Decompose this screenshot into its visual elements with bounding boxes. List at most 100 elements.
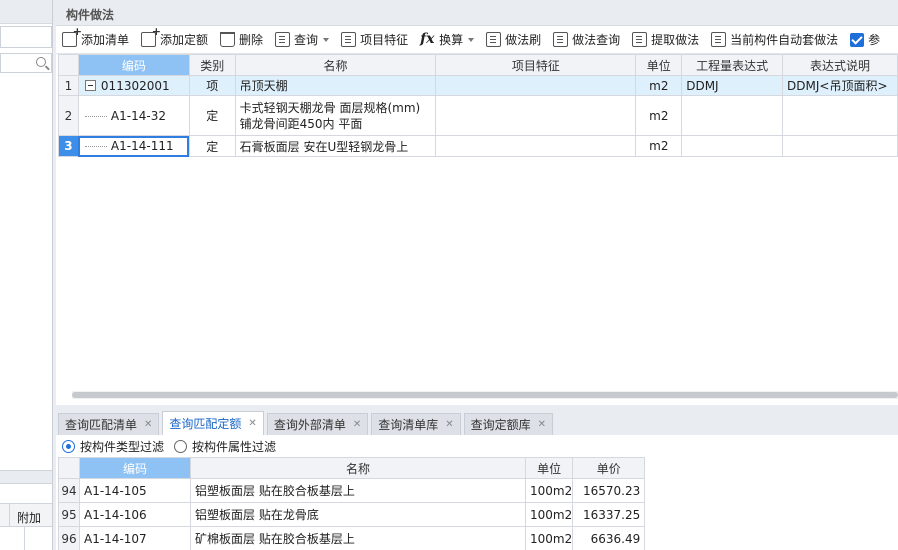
item-feature-button[interactable]: 项目特征 <box>341 29 408 51</box>
name-cell[interactable]: 铝塑板面层 贴在胶合板基层上 <box>190 478 526 503</box>
tree-connector <box>84 146 107 147</box>
code-cell[interactable]: 011302001 <box>77 75 190 96</box>
tab-label: 查询匹配清单 <box>65 418 138 432</box>
column-header-name[interactable]: 名称 <box>190 457 526 479</box>
delete-button[interactable]: 删除 <box>220 29 263 51</box>
close-icon[interactable]: ✕ <box>248 418 256 429</box>
price-cell[interactable]: 6636.49 <box>572 526 646 550</box>
expression-desc-cell[interactable] <box>782 95 898 136</box>
tab-2[interactable]: 查询匹配定额 ✕ <box>162 411 264 435</box>
brush-icon <box>486 32 502 47</box>
column-header-name[interactable]: 名称 <box>234 54 437 76</box>
column-header-unit[interactable]: 单位 <box>635 54 683 76</box>
expression-cell[interactable]: DDMJ <box>681 75 784 96</box>
column-header-feature[interactable]: 项目特征 <box>435 54 637 76</box>
close-icon[interactable]: ✕ <box>538 419 546 430</box>
option-checkbox[interactable]: 参 <box>850 29 880 51</box>
table-row[interactable]: 94 A1-14-105 铝塑板面层 贴在胶合板基层上 100m2 16570.… <box>58 478 646 503</box>
code-cell[interactable]: A1-14-107 <box>79 526 191 550</box>
column-header-expression-desc[interactable]: 表达式说明 <box>782 54 898 76</box>
left-search-input[interactable] <box>0 53 52 73</box>
table-row[interactable]: 3 A1-14-111 定 石膏板面层 安在U型轻钢龙骨上 m2 <box>58 135 898 157</box>
query-icon <box>275 32 291 47</box>
feature-icon <box>341 32 357 47</box>
tab-3[interactable]: 查询外部清单 ✕ <box>266 413 369 435</box>
convert-button[interactable]: fx 换算 <box>420 29 475 51</box>
tab-5[interactable]: 查询定额库 ✕ <box>463 413 554 435</box>
unit-cell[interactable]: m2 <box>635 75 683 96</box>
code-cell[interactable]: A1-14-32 <box>77 95 190 136</box>
tab-4[interactable]: 查询清单库 ✕ <box>371 413 461 435</box>
auto-apply-button[interactable]: 当前构件自动套做法 <box>711 29 838 51</box>
left-column-extra: 附加 <box>17 511 42 525</box>
quota-result-grid: 编码 名称 单位 单价 94 A1-14-105 铝塑板面层 贴在胶合板基层上 … <box>58 457 646 550</box>
chevron-down-icon[interactable] <box>468 37 475 42</box>
tab-label: 查询定额库 <box>470 418 531 432</box>
add-quota-button[interactable]: 添加定额 <box>141 25 208 51</box>
column-header-type[interactable]: 类别 <box>188 54 236 76</box>
method-toolbar: 添加清单 添加定额 删除 查询 项目特征 fx 换算 做法刷 做法查询 提取做法 当前构件自动套做法… <box>56 25 898 54</box>
close-icon[interactable]: ✕ <box>353 419 361 430</box>
price-cell[interactable]: 16570.23 <box>572 478 646 503</box>
code-cell[interactable]: A1-14-105 <box>79 478 191 503</box>
tab-1[interactable]: 查询匹配清单 ✕ <box>58 413 160 435</box>
close-icon[interactable]: ✕ <box>445 419 453 430</box>
close-icon[interactable]: ✕ <box>144 419 152 430</box>
toolbar-label: 添加清单 <box>81 33 130 47</box>
trash-icon <box>220 32 236 47</box>
scrollbar-thumb[interactable] <box>72 392 898 398</box>
column-header-unit[interactable]: 单位 <box>524 457 574 479</box>
toolbar-label: 提取做法 <box>651 33 700 47</box>
add-list-button[interactable]: 添加清单 <box>62 25 130 51</box>
checkbox-checked-icon[interactable] <box>850 32 865 47</box>
name-cell[interactable]: 铝塑板面层 贴在龙骨底 <box>190 502 526 527</box>
expression-cell[interactable] <box>681 95 784 136</box>
left-panel-header <box>0 0 52 24</box>
unit-cell[interactable]: m2 <box>635 95 683 136</box>
filter-by-type-radio[interactable]: 按构件类型过滤 <box>62 438 164 455</box>
expression-desc-cell[interactable]: DDMJ<吊顶面积> <box>782 75 898 96</box>
name-cell[interactable]: 卡式轻钢天棚龙骨 面层规格(mm) 铺龙骨间距450内 平面 <box>234 95 437 136</box>
feature-cell[interactable] <box>435 95 637 136</box>
unit-cell[interactable]: 100m2 <box>524 478 574 503</box>
table-row[interactable]: 1 011302001 项 吊顶天棚 m2 DDMJ DDMJ<吊顶面积> <box>58 75 898 96</box>
left-name-field[interactable] <box>0 26 52 48</box>
table-row[interactable]: 95 A1-14-106 铝塑板面层 贴在龙骨底 100m2 16337.25 <box>58 502 646 527</box>
column-header-code[interactable]: 编码 <box>79 457 191 479</box>
feature-cell[interactable] <box>435 135 637 157</box>
name-cell[interactable]: 矿棉板面层 贴在胶合板基层上 <box>190 526 526 550</box>
collapse-icon[interactable] <box>84 79 96 91</box>
table-row[interactable]: 2 A1-14-32 定 卡式轻钢天棚龙骨 面层规格(mm) 铺龙骨间距450内… <box>58 95 898 136</box>
code-cell[interactable]: A1-14-111 <box>77 135 190 157</box>
extract-method-button[interactable]: 提取做法 <box>632 29 699 51</box>
expression-desc-cell[interactable] <box>782 135 898 157</box>
method-brush-button[interactable]: 做法刷 <box>486 29 541 51</box>
code-cell[interactable]: A1-14-106 <box>79 502 191 527</box>
left-property-row[interactable] <box>0 527 52 550</box>
chevron-down-icon[interactable] <box>323 37 330 42</box>
column-header-expression[interactable]: 工程量表达式 <box>681 54 784 76</box>
name-cell[interactable]: 吊顶天棚 <box>234 75 437 96</box>
radio-unchecked-icon[interactable] <box>174 439 188 453</box>
price-cell[interactable]: 16337.25 <box>572 502 646 527</box>
horizontal-scrollbar[interactable] <box>72 391 898 399</box>
query-button[interactable]: 查询 <box>275 29 330 51</box>
type-cell[interactable]: 定 <box>188 95 236 136</box>
search-icon[interactable] <box>36 57 46 67</box>
feature-cell[interactable] <box>435 75 637 96</box>
filter-options: 按构件类型过滤 按构件属性过滤 <box>56 435 898 457</box>
table-row[interactable]: 96 A1-14-107 矿棉板面层 贴在胶合板基层上 100m2 6636.4… <box>58 526 646 550</box>
left-panel-splitter[interactable] <box>0 470 52 484</box>
method-query-button[interactable]: 做法查询 <box>553 29 620 51</box>
expression-cell[interactable] <box>681 135 784 157</box>
name-cell[interactable]: 石膏板面层 安在U型轻钢龙骨上 <box>234 135 437 157</box>
unit-cell[interactable]: m2 <box>635 135 683 157</box>
column-header-price[interactable]: 单价 <box>572 457 646 479</box>
filter-by-attribute-radio[interactable]: 按构件属性过滤 <box>174 438 276 455</box>
unit-cell[interactable]: 100m2 <box>524 526 574 550</box>
radio-checked-icon[interactable] <box>62 439 75 453</box>
unit-cell[interactable]: 100m2 <box>524 502 574 527</box>
type-cell[interactable]: 项 <box>188 75 236 96</box>
column-header-code[interactable]: 编码 <box>77 54 190 76</box>
type-cell[interactable]: 定 <box>188 135 236 157</box>
